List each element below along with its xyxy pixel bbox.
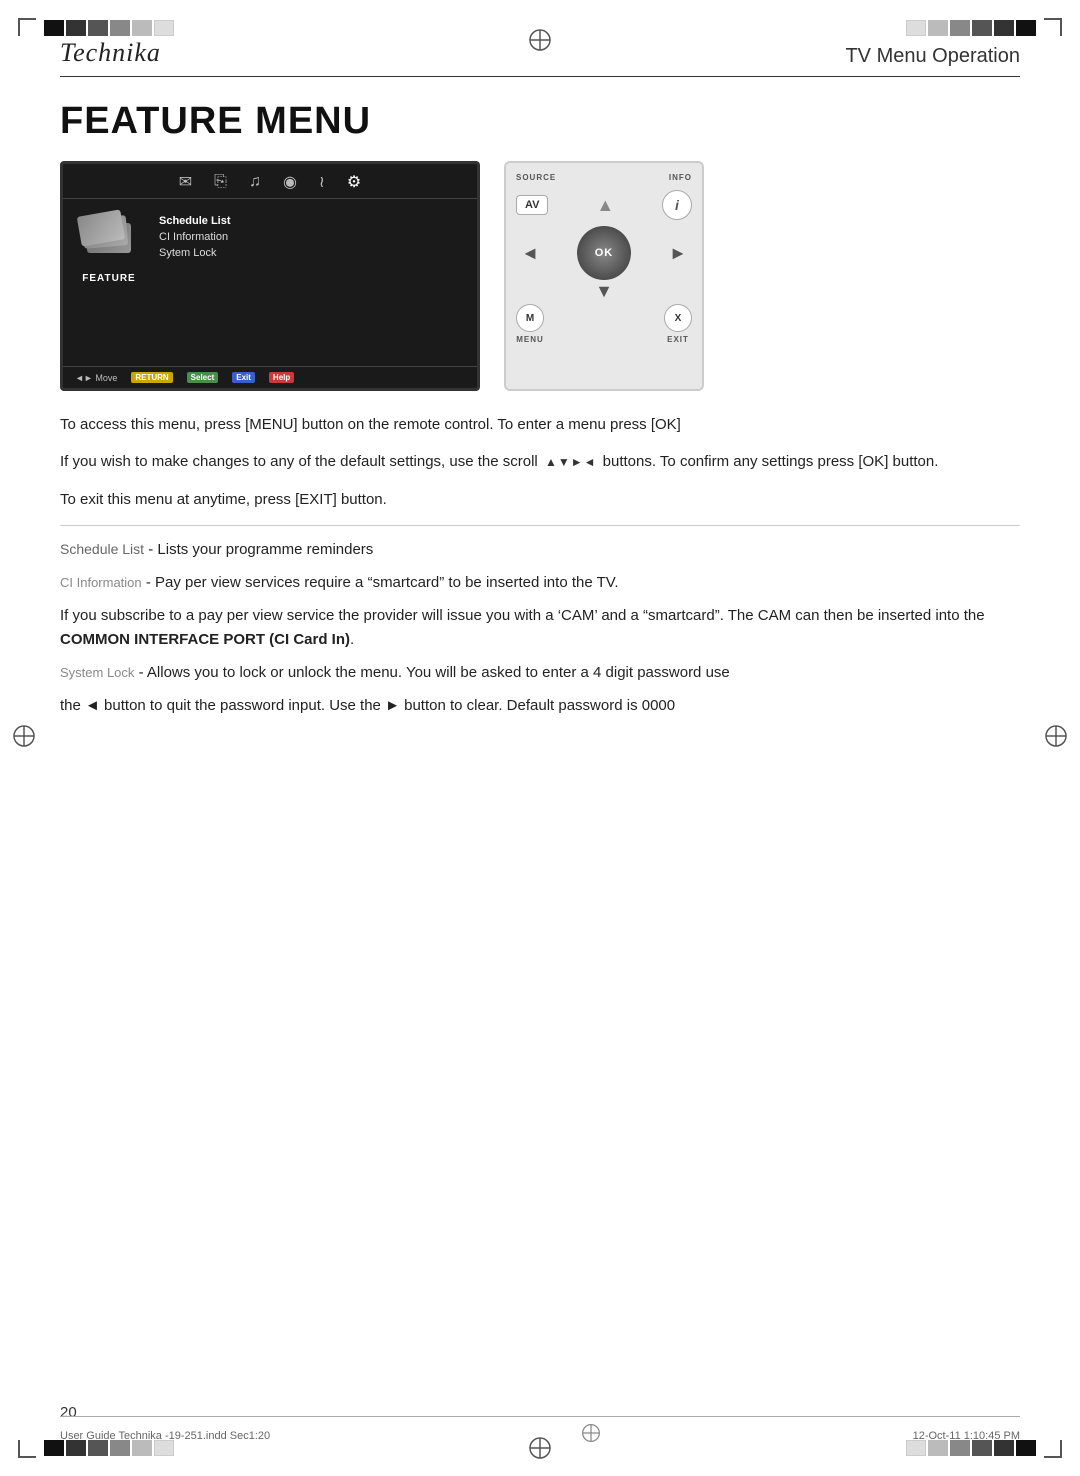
- images-row: ✉ ⎘ ♫ ◉ ≀ ⚙ FEATURE: [60, 161, 1020, 391]
- tv-screen: ✉ ⎘ ♫ ◉ ≀ ⚙ FEATURE: [60, 161, 480, 391]
- tv-menu-item-0: Schedule List: [159, 215, 231, 227]
- scroll-desc: If you wish to make changes to any of th…: [60, 450, 1020, 473]
- reg-mark-left: [12, 724, 36, 752]
- ci-information-label: CI Information: [60, 575, 142, 590]
- tv-bottom-item-exit: Exit: [232, 372, 255, 383]
- remote-menu-label: MENU: [516, 335, 544, 344]
- tv-bottom-item-select: Select: [187, 372, 219, 383]
- remote-exit-label: EXIT: [667, 335, 689, 344]
- schedule-list-item: Schedule List - Lists your programme rem…: [60, 538, 1020, 561]
- tv-bottom-item-move: ◄► Move: [75, 373, 117, 383]
- tv-menu-list: Schedule List CI Information Sytem Lock: [159, 215, 231, 284]
- feature-menu-title: FEATURE MENU: [60, 100, 1020, 143]
- arrow-left-icon: [584, 452, 596, 472]
- tv-menu-item-1: CI Information: [159, 231, 231, 243]
- remote-middle-row: ◄ OK ►: [516, 226, 692, 280]
- tv-icon-monitor: ⎘: [214, 173, 227, 191]
- tv-icon-settings: ⚙: [347, 172, 361, 192]
- tv-bottom-bar: ◄► Move RETURN Select Exit Help: [63, 366, 477, 388]
- access-desc: To access this menu, press [MENU] button…: [60, 413, 1020, 436]
- tv-menu-item-2: Sytem Lock: [159, 247, 231, 259]
- exit-desc: To exit this menu at anytime, press [EXI…: [60, 488, 1020, 511]
- tv-top-bar: ✉ ⎘ ♫ ◉ ≀ ⚙: [63, 164, 477, 199]
- section-divider-1: [60, 525, 1020, 526]
- deco-strip-tr: [906, 20, 1036, 36]
- tv-body: FEATURE Schedule List CI Information Syt…: [63, 199, 477, 298]
- footer-left: User Guide Technika -19-251.indd Sec1:20: [60, 1430, 270, 1442]
- corner-mark-br: [1044, 1440, 1062, 1458]
- arrow-down-icon: [558, 452, 570, 472]
- tv-bottom-item-return: RETURN: [131, 372, 172, 383]
- ci-information-item: CI Information - Pay per view services r…: [60, 571, 1020, 594]
- tv-bottom-item-help: Help: [269, 372, 294, 383]
- remote-exit-button[interactable]: X: [664, 304, 692, 332]
- tv-icon-grid: ≀: [319, 172, 325, 192]
- page-header: Technika TV Menu Operation: [60, 38, 1020, 77]
- footer-center-reg: [581, 1423, 601, 1448]
- remote-panel: SOURCE INFO AV ▲ i ◄ OK ►: [504, 161, 704, 391]
- system-lock-item: System Lock - Allows you to lock or unlo…: [60, 661, 1020, 684]
- remote-info-button[interactable]: i: [662, 190, 692, 220]
- remote-down-arrow: ▼: [516, 282, 692, 300]
- system-lock-label: System Lock: [60, 665, 134, 680]
- remote-source-label: SOURCE: [516, 173, 556, 182]
- remote-menu-button[interactable]: M: [516, 304, 544, 332]
- reg-mark-right: [1044, 724, 1068, 752]
- corner-mark-tr: [1044, 18, 1062, 36]
- remote-left-arrow: ◄: [516, 243, 544, 264]
- remote-ok-button[interactable]: OK: [577, 226, 631, 280]
- tv-feature-icon: FEATURE: [79, 213, 139, 284]
- tv-icon-bell: ✉: [179, 172, 192, 192]
- remote-bottom-row: M MENU X EXIT: [516, 304, 692, 344]
- remote-info-label: INFO: [669, 173, 692, 182]
- desc-section: To access this menu, press [MENU] button…: [60, 413, 1020, 717]
- corner-mark-tl: [18, 18, 36, 36]
- remote-av-button[interactable]: AV: [516, 195, 548, 215]
- footer-right: 12-Oct-11 1:10:45 PM: [913, 1430, 1020, 1442]
- remote-right-arrow: ►: [664, 243, 692, 264]
- page-footer: User Guide Technika -19-251.indd Sec1:20…: [60, 1416, 1020, 1448]
- page-content: FEATURE MENU ✉ ⎘ ♫ ◉ ≀ ⚙: [60, 100, 1020, 727]
- remote-top-row: SOURCE INFO: [516, 173, 692, 182]
- header-title: TV Menu Operation: [845, 45, 1020, 68]
- arrow-right-icon: [571, 452, 583, 472]
- tv-icon-music: ♫: [249, 173, 261, 191]
- password-desc: the ◄ button to quit the password input.…: [60, 694, 1020, 717]
- deco-strip-tl: [44, 20, 174, 36]
- schedule-list-label: Schedule List: [60, 541, 144, 557]
- scroll-arrows: [545, 452, 596, 472]
- corner-mark-bl: [18, 1440, 36, 1458]
- cam-desc: If you subscribe to a pay per view servi…: [60, 604, 1020, 651]
- brand-logo: Technika: [60, 38, 161, 68]
- remote-av-row: AV ▲ i: [516, 190, 692, 220]
- tv-icon-radio: ◉: [283, 172, 297, 192]
- arrow-up-icon: [545, 452, 557, 472]
- tv-feature-label: FEATURE: [82, 273, 135, 284]
